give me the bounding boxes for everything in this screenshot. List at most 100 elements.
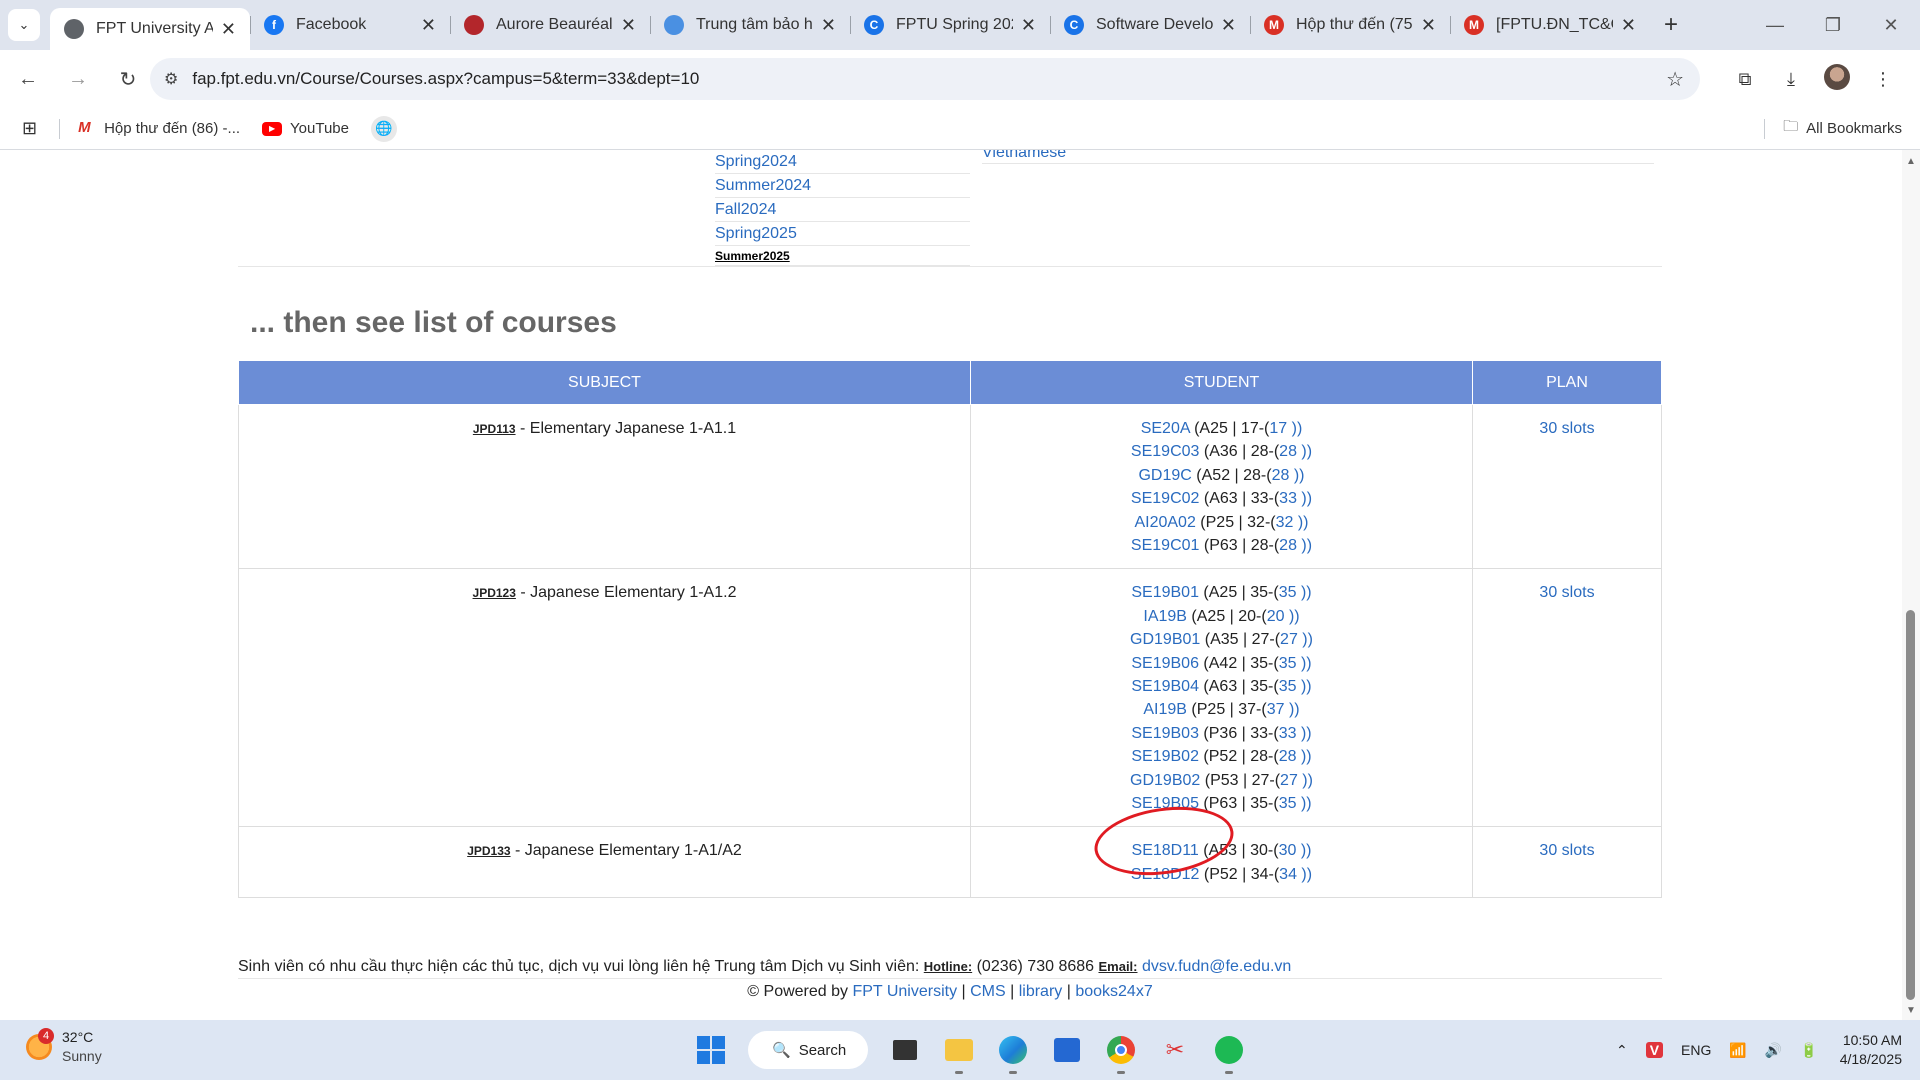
plan-link[interactable]: 30 slots [1539, 842, 1594, 859]
student-count-link[interactable]: 28 [1279, 748, 1297, 765]
group-link[interactable]: IA19B [1143, 608, 1187, 625]
group-link[interactable]: SE20A [1141, 420, 1190, 437]
bookmark-star-icon[interactable]: ☆ [1666, 67, 1684, 92]
bookmark-gmail[interactable]: Hộp thư đến (86) -... [78, 119, 240, 137]
student-count-link[interactable]: 28 [1272, 467, 1290, 484]
all-bookmarks[interactable]: 🗀 All Bookmarks [1764, 116, 1902, 141]
volume-icon[interactable]: 🔊 [1765, 1042, 1782, 1059]
close-tab-icon[interactable]: ✕ [221, 19, 236, 40]
group-link[interactable]: SE19B06 [1131, 655, 1199, 672]
term-link[interactable]: Spring2024 [715, 150, 970, 174]
close-tab-icon[interactable]: ✕ [1221, 15, 1236, 36]
student-count-link[interactable]: 17 [1269, 420, 1287, 437]
student-count-link[interactable]: 33 [1279, 725, 1297, 742]
plan-link[interactable]: 30 slots [1539, 584, 1594, 601]
more-menu-icon[interactable]: ⋮ [1860, 69, 1906, 90]
subject-code-link[interactable]: JPD113 [473, 422, 516, 436]
reload-icon[interactable]: ↻ [106, 67, 150, 92]
term-link[interactable]: Spring2025 [715, 222, 970, 246]
site-settings-icon[interactable]: ⚙ [164, 69, 178, 89]
battery-icon[interactable]: 🔋 [1800, 1042, 1817, 1059]
download-icon[interactable]: ⤓ [1768, 69, 1814, 90]
tab-2[interactable]: Aurore Beauréal ✕ [450, 0, 650, 50]
footer-link-books24x7[interactable]: books24x7 [1075, 983, 1152, 1000]
snipping-tool-icon[interactable]: ✂ [1153, 1028, 1197, 1072]
email-link[interactable]: dvsv.fudn@fe.edu.vn [1142, 958, 1291, 975]
restore-icon[interactable]: ❐ [1804, 0, 1862, 50]
wifi-icon[interactable]: 📶 [1729, 1042, 1746, 1059]
close-tab-icon[interactable]: ✕ [421, 15, 436, 36]
footer-link-library[interactable]: library [1019, 983, 1063, 1000]
extensions-icon[interactable]: ⧉ [1722, 69, 1768, 90]
close-tab-icon[interactable]: ✕ [621, 15, 636, 36]
scroll-thumb[interactable] [1906, 610, 1915, 1000]
vivaldi-tray-icon[interactable]: V [1645, 1042, 1664, 1058]
student-count-link[interactable]: 37 [1267, 701, 1285, 718]
bookmark-globe[interactable]: 🌐 [370, 115, 397, 142]
student-count-link[interactable]: 30 [1279, 842, 1297, 859]
subject-code-link[interactable]: JPD133 [467, 844, 510, 858]
student-count-link[interactable]: 35 [1279, 584, 1297, 601]
student-count-link[interactable]: 32 [1276, 514, 1294, 531]
vertical-scrollbar[interactable]: ▲ ▼ [1902, 150, 1920, 1020]
student-count-link[interactable]: 34 [1279, 866, 1297, 883]
student-count-link[interactable]: 35 [1279, 678, 1297, 695]
store-icon[interactable] [1045, 1028, 1089, 1072]
student-count-link[interactable]: 27 [1280, 772, 1298, 789]
group-link[interactable]: SE19B01 [1131, 584, 1199, 601]
url-text[interactable]: fap.fpt.edu.vn/Course/Courses.aspx?campu… [192, 69, 699, 89]
profile-avatar[interactable] [1814, 63, 1860, 95]
scroll-up-icon[interactable]: ▲ [1906, 156, 1916, 167]
forward-arrow-icon[interactable]: → [56, 68, 100, 91]
term-link[interactable]: Summer2024 [715, 174, 970, 198]
start-button[interactable] [689, 1028, 733, 1072]
group-link[interactable]: AI20A02 [1134, 514, 1195, 531]
language-indicator[interactable]: ENG [1681, 1042, 1711, 1058]
group-link[interactable]: AI19B [1143, 701, 1187, 718]
group-link[interactable]: SE19B03 [1131, 725, 1199, 742]
new-tab-plus-icon[interactable]: + [1664, 11, 1678, 39]
weather-widget[interactable]: 4 32°C Sunny [26, 1028, 102, 1066]
clock[interactable]: 10:50 AM 4/18/2025 [1840, 1031, 1902, 1069]
scroll-down-icon[interactable]: ▼ [1906, 1005, 1916, 1016]
tab-7[interactable]: M [FPTU.ĐN_TC&Q ✕ [1450, 0, 1650, 50]
student-count-link[interactable]: 28 [1279, 443, 1297, 460]
group-link[interactable]: SE19B04 [1131, 678, 1199, 695]
tab-6[interactable]: M Hộp thư đến (75 ✕ [1250, 0, 1450, 50]
task-view-icon[interactable] [883, 1028, 927, 1072]
student-count-link[interactable]: 28 [1279, 537, 1297, 554]
group-link[interactable]: GD19B02 [1130, 772, 1200, 789]
minimize-icon[interactable]: — [1746, 0, 1804, 50]
student-count-link[interactable]: 33 [1279, 490, 1297, 507]
edge-icon[interactable] [991, 1028, 1035, 1074]
language-link[interactable]: Vietnamese [982, 150, 1654, 164]
chevron-up-icon[interactable]: ⌃ [1616, 1042, 1628, 1059]
student-count-link[interactable]: 27 [1280, 631, 1298, 648]
chrome-icon[interactable] [1099, 1028, 1143, 1074]
bookmark-youtube[interactable]: ▶ YouTube [262, 120, 349, 137]
close-window-icon[interactable]: ✕ [1862, 0, 1920, 50]
tab-0[interactable]: FPT University Ac ✕ [50, 8, 250, 50]
close-tab-icon[interactable]: ✕ [1621, 15, 1636, 36]
group-link[interactable]: SE19C01 [1131, 537, 1200, 554]
group-link[interactable]: GD19C [1138, 467, 1191, 484]
apps-grid-icon[interactable]: ⊞ [22, 118, 37, 139]
close-tab-icon[interactable]: ✕ [1421, 15, 1436, 36]
tab-search-button[interactable]: ⌄ [8, 9, 40, 41]
plan-link[interactable]: 30 slots [1539, 420, 1594, 437]
close-tab-icon[interactable]: ✕ [1021, 15, 1036, 36]
student-count-link[interactable]: 35 [1279, 795, 1297, 812]
footer-link-fpt[interactable]: FPT University [852, 983, 957, 1000]
footer-link-cms[interactable]: CMS [970, 983, 1006, 1000]
subject-code-link[interactable]: JPD123 [473, 586, 516, 600]
tab-1[interactable]: f Facebook ✕ [250, 0, 450, 50]
back-arrow-icon[interactable]: ← [6, 68, 50, 91]
term-link[interactable]: Fall2024 [715, 198, 970, 222]
tab-3[interactable]: Trung tâm bảo h ✕ [650, 0, 850, 50]
tab-5[interactable]: C Software Develo ✕ [1050, 0, 1250, 50]
group-link[interactable]: SE19B02 [1131, 748, 1199, 765]
student-count-link[interactable]: 20 [1267, 608, 1285, 625]
student-count-link[interactable]: 35 [1279, 655, 1297, 672]
close-tab-icon[interactable]: ✕ [821, 15, 836, 36]
tab-4[interactable]: C FPTU Spring 202 ✕ [850, 0, 1050, 50]
